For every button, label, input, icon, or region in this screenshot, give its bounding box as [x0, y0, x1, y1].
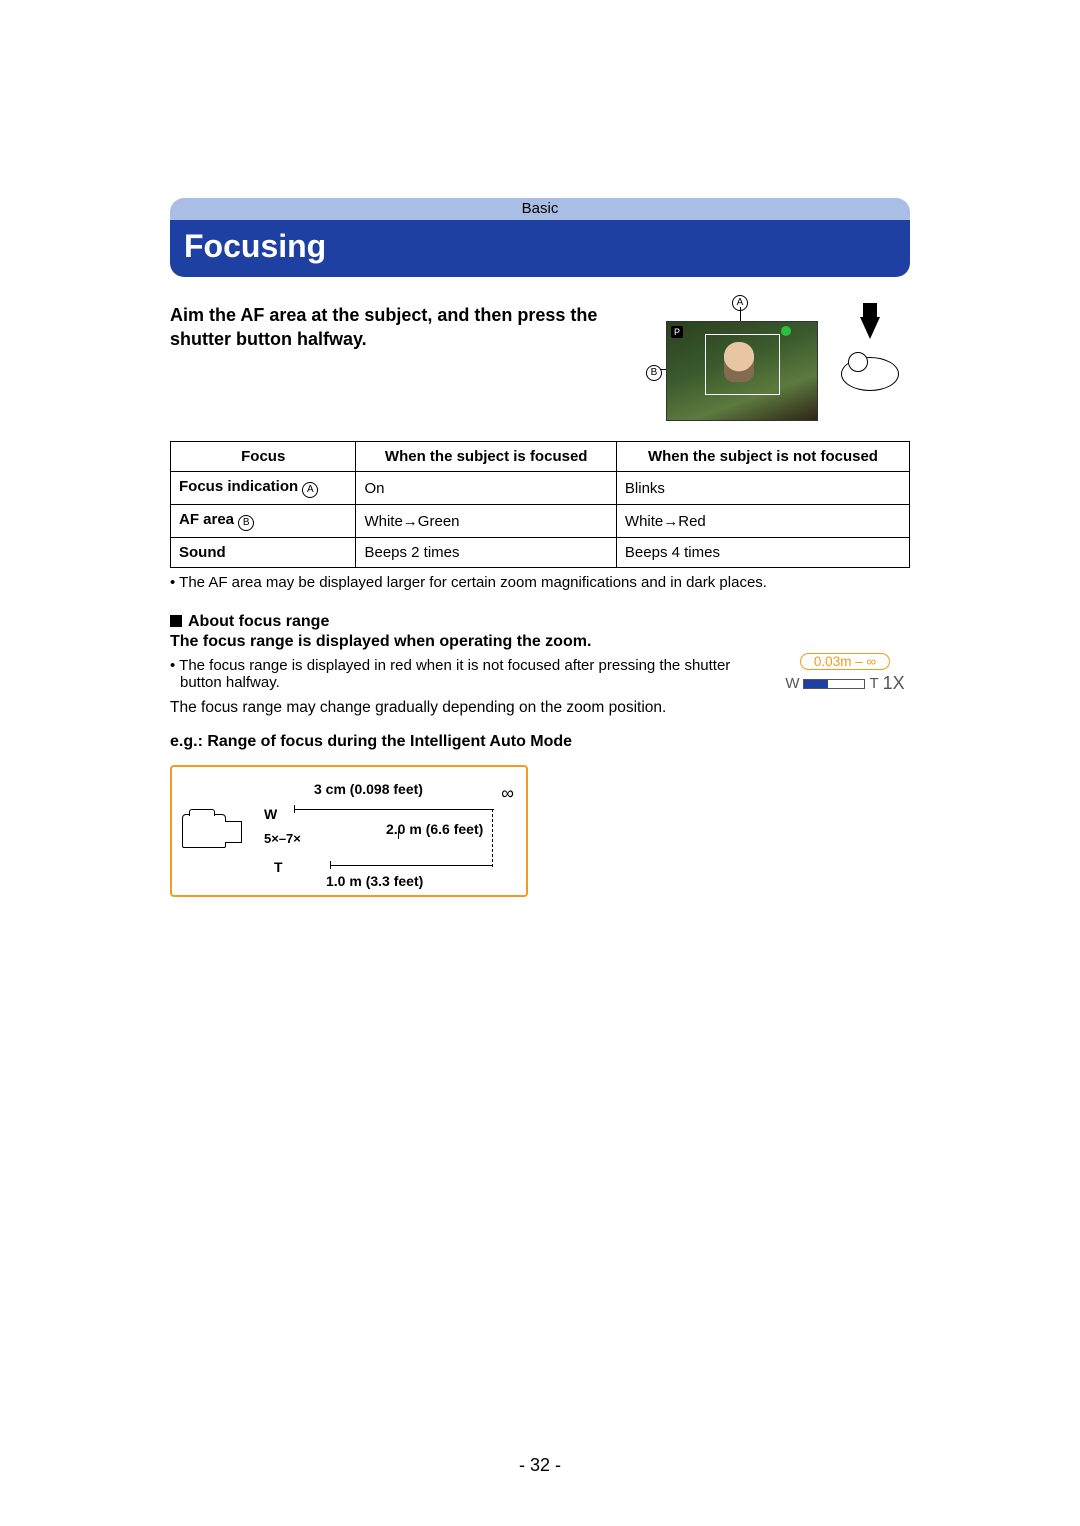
diagram-w-label: W: [264, 806, 277, 822]
zoom-w-label: W: [785, 675, 799, 692]
focus-range-diagram: W 5×–7× T 3 cm (0.098 feet) 2.0 m (6.6 f…: [170, 765, 528, 897]
intro-text: Aim the AF area at the subject, and then…: [170, 299, 648, 352]
focus-range-line1: The focus range is displayed when operat…: [170, 633, 910, 651]
focus-range-readout: 0.03m – ∞: [800, 653, 890, 670]
focus-range-eg: e.g.: Range of focus during the Intellig…: [170, 733, 910, 751]
table-row: Focus indication A On Blinks: [171, 472, 910, 505]
mode-p-icon: P: [671, 326, 683, 338]
note-af-area: The AF area may be displayed larger for …: [170, 574, 910, 591]
marker-b-icon: B: [646, 361, 662, 381]
focus-range-line2: The focus range may change gradually dep…: [170, 699, 910, 717]
page-number: - 32 -: [519, 1455, 561, 1476]
table-row: AF area B White→Green White→Red: [171, 505, 910, 538]
diagram-value-w: 3 cm (0.098 feet): [314, 781, 423, 797]
focus-illustration: A B P: [660, 299, 910, 421]
table-row: Sound Beeps 2 times Beeps 4 times: [171, 538, 910, 568]
table-header: When the subject is not focused: [616, 442, 909, 472]
zoom-magnification: 1X: [883, 673, 905, 694]
note-focus-red: The focus range is displayed in red when…: [170, 657, 740, 691]
page-title: Focusing: [170, 220, 910, 277]
camera-icon: [182, 814, 226, 848]
subheading-focus-range: About focus range: [170, 613, 910, 631]
shutter-half-press-icon: [830, 299, 910, 391]
diagram-t-label: T: [274, 859, 283, 875]
zoom-t-label: T: [869, 675, 878, 692]
zoom-bar-icon: [803, 679, 865, 689]
diagram-value-t: 1.0 m (3.3 feet): [326, 873, 423, 889]
table-header: Focus: [171, 442, 356, 472]
zoom-indicator: 0.03m – ∞ W T 1X: [780, 653, 910, 694]
breadcrumb: Basic: [170, 198, 910, 220]
focus-table: Focus When the subject is focused When t…: [170, 441, 910, 568]
focus-indicator-icon: [781, 326, 791, 336]
camera-screen-preview: P: [666, 321, 818, 421]
table-header: When the subject is focused: [356, 442, 616, 472]
